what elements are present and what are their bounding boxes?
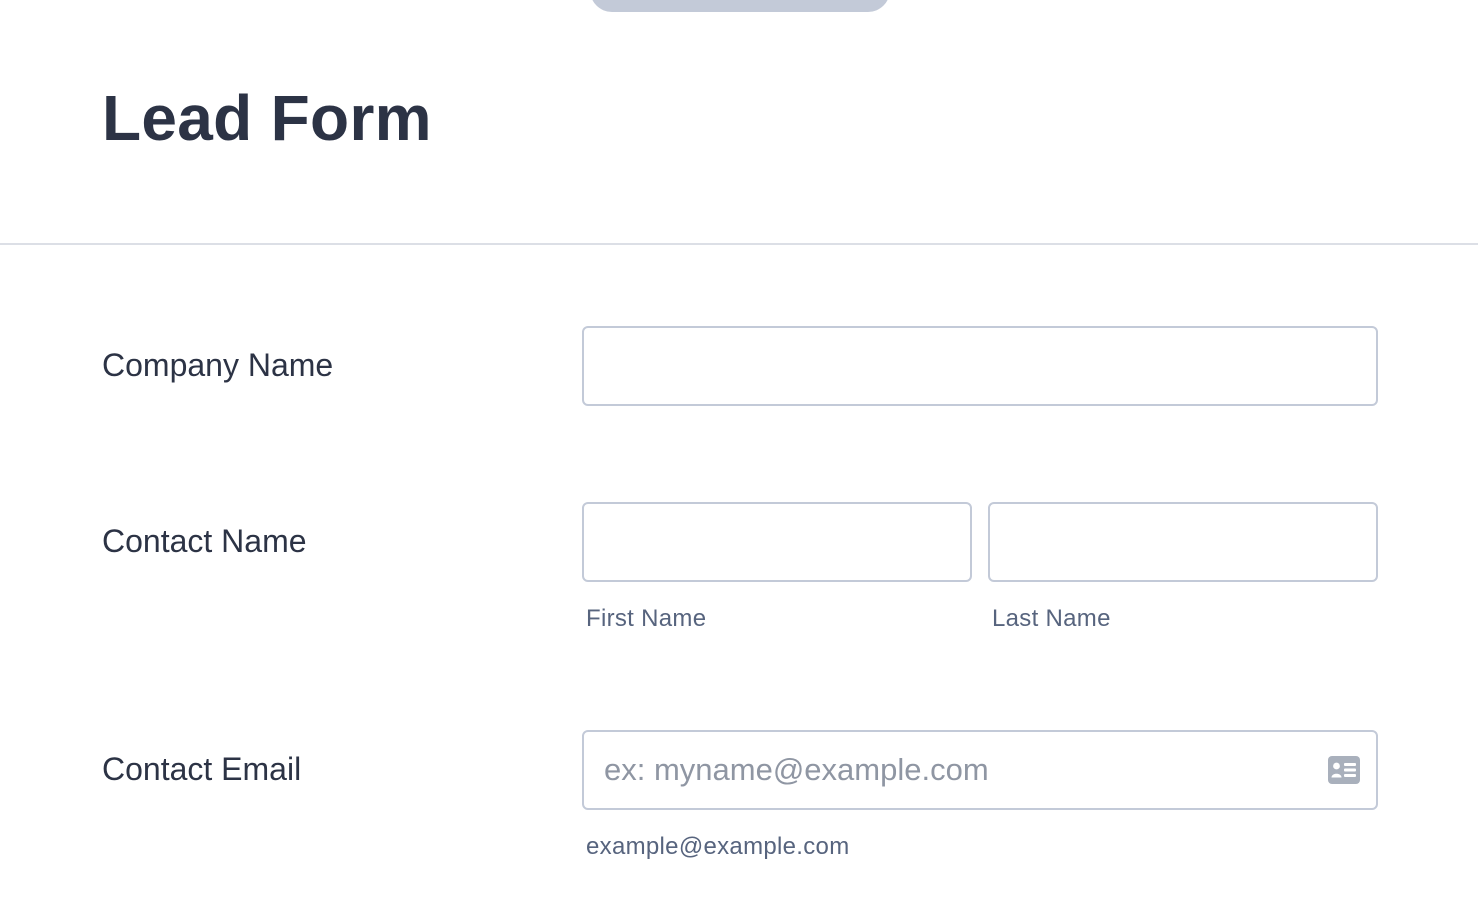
contact-email-input[interactable] <box>582 730 1378 810</box>
first-name-input[interactable] <box>582 502 972 582</box>
form-title: Lead Form <box>102 82 432 154</box>
contact-name-label: Contact Name <box>102 523 307 559</box>
first-name-sublabel: First Name <box>586 605 707 632</box>
company-name-label: Company Name <box>102 347 334 383</box>
last-name-sublabel: Last Name <box>992 605 1111 632</box>
header-divider <box>0 243 1478 245</box>
form-top-tab <box>590 0 890 12</box>
contact-card-icon <box>1328 756 1360 784</box>
last-name-input[interactable] <box>988 502 1378 582</box>
contact-email-sublabel: example@example.com <box>586 833 850 860</box>
company-name-input[interactable] <box>582 326 1378 406</box>
contact-email-label: Contact Email <box>102 751 302 787</box>
